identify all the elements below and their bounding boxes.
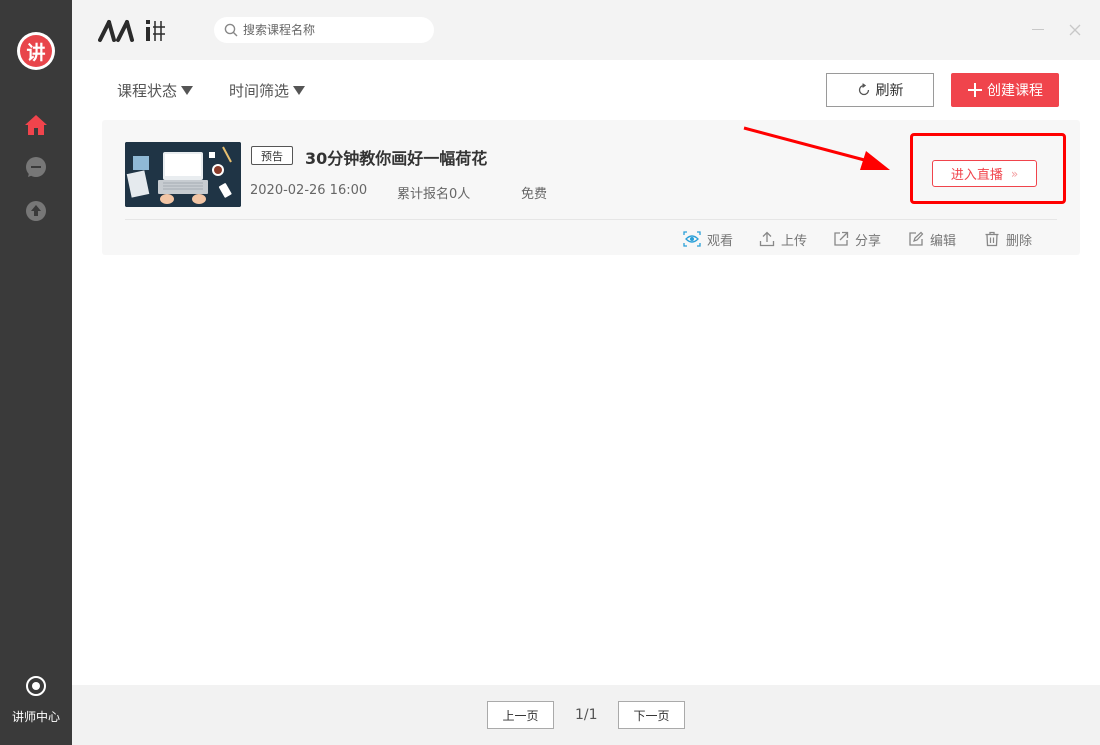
status-badge: 预告 (251, 146, 293, 165)
search-input[interactable] (243, 23, 423, 37)
sidebar: 讲 讲师中心 (0, 0, 72, 745)
share-action[interactable]: 分享 (833, 228, 881, 250)
enrolled-count: 累计报名0人 (397, 187, 471, 202)
caret-down-icon (293, 86, 306, 95)
edit-icon (909, 231, 924, 246)
annotation-highlight-box (910, 133, 1066, 204)
refresh-button[interactable]: 刷新 (826, 73, 934, 107)
edit-action[interactable]: 编辑 (908, 228, 956, 250)
next-page-button[interactable]: 下一页 (618, 701, 685, 729)
search-bar[interactable] (214, 17, 434, 43)
card-divider (125, 219, 1057, 220)
time-filter[interactable]: 时间筛选 (229, 80, 306, 101)
share-icon (834, 231, 849, 246)
search-icon (224, 23, 238, 37)
upload-label: 上传 (781, 233, 808, 249)
lecturer-center-icon[interactable] (25, 675, 47, 697)
watch-label: 观看 (707, 233, 734, 249)
lecturer-center-label[interactable]: 讲师中心 (0, 708, 72, 725)
brand-logo (98, 16, 170, 44)
close-icon (1069, 24, 1081, 36)
create-course-button[interactable]: 创建课程 (951, 73, 1059, 107)
app-logo-text: 讲 (20, 35, 52, 67)
eye-icon (683, 231, 701, 247)
app-logo: 讲 (17, 32, 55, 70)
status-filter[interactable]: 课程状态 (117, 80, 194, 101)
pagination-bar: 上一页 1/1 下一页 (72, 685, 1100, 745)
page-indicator: 1/1 (575, 707, 598, 723)
create-course-label: 创建课程 (987, 83, 1043, 99)
status-filter-label: 课程状态 (117, 82, 178, 100)
course-title[interactable]: 30分钟教你画好一幅荷花 (305, 145, 487, 169)
edit-label: 编辑 (930, 233, 957, 249)
upload-icon[interactable] (24, 199, 48, 223)
share-label: 分享 (855, 233, 882, 249)
message-icon[interactable] (24, 155, 48, 179)
refresh-icon (858, 83, 869, 96)
trash-icon (985, 231, 999, 247)
plus-icon (968, 83, 982, 97)
course-price: 免费 (521, 187, 548, 202)
refresh-label: 刷新 (875, 83, 904, 99)
watch-action[interactable]: 观看 (683, 228, 733, 250)
course-thumbnail[interactable] (125, 142, 241, 207)
prev-page-button[interactable]: 上一页 (487, 701, 554, 729)
top-bar (72, 0, 1100, 60)
delete-action[interactable]: 删除 (984, 228, 1032, 250)
delete-label: 删除 (1006, 233, 1033, 249)
home-icon[interactable] (24, 113, 48, 137)
upload-action[interactable]: 上传 (759, 228, 807, 250)
close-button[interactable] (1068, 22, 1082, 36)
annotation-arrow (743, 126, 890, 170)
caret-down-icon (181, 86, 194, 95)
minimize-button[interactable] (1032, 29, 1044, 30)
time-filter-label: 时间筛选 (229, 82, 290, 100)
course-datetime: 2020-02-26 16:00 (250, 183, 368, 198)
upload-icon (759, 231, 775, 247)
